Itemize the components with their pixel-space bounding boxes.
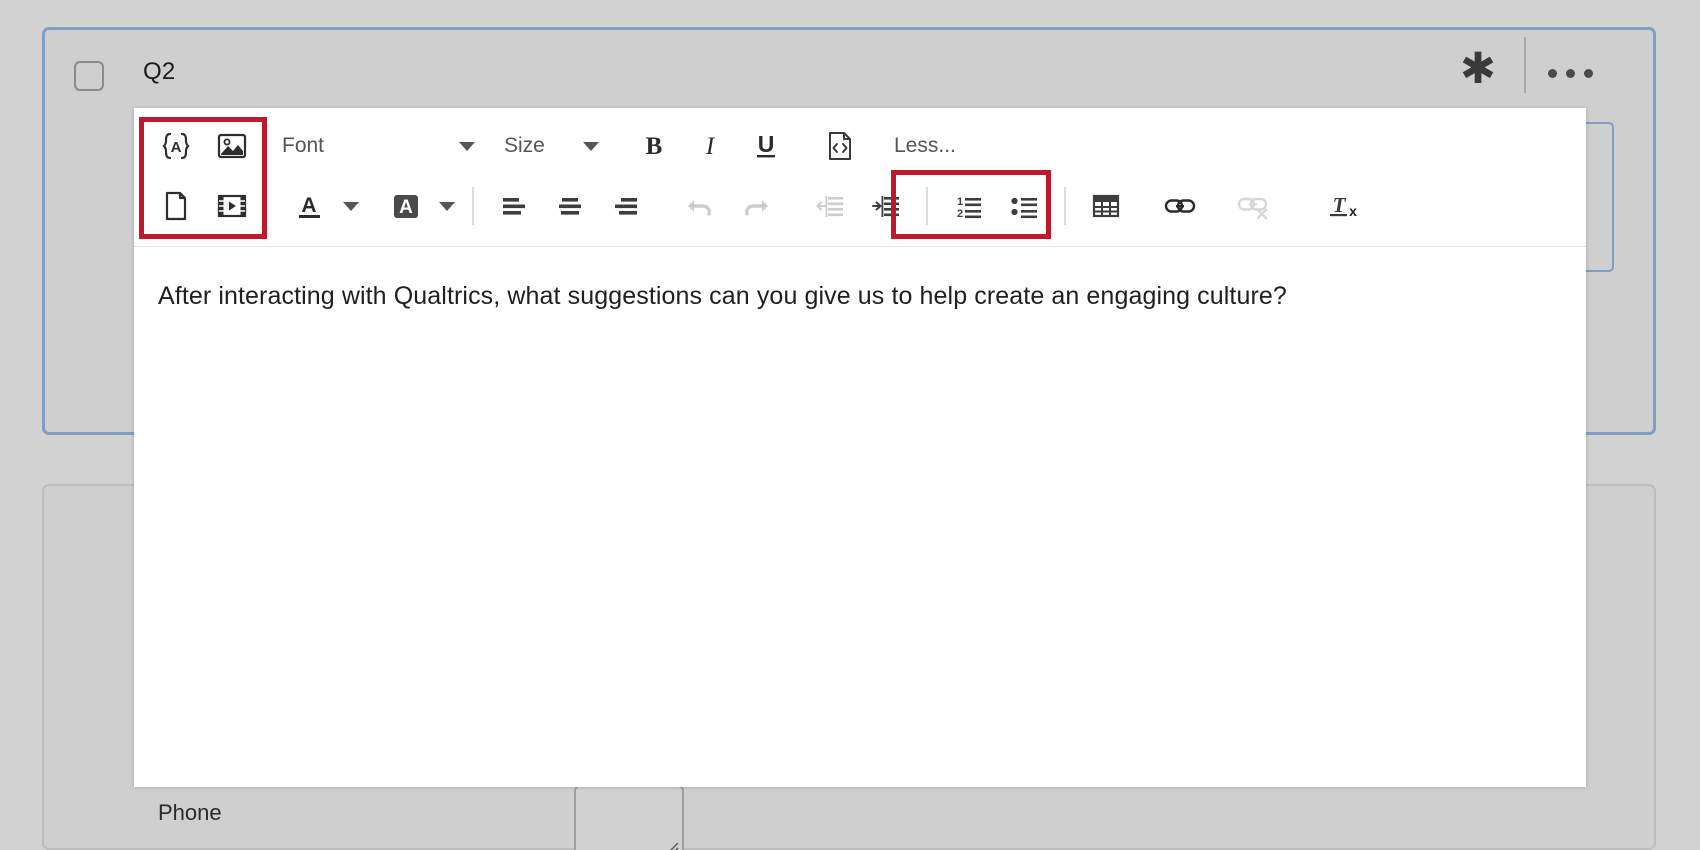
text-color-caret-icon[interactable] [338, 180, 364, 232]
svg-text:A: A [171, 139, 182, 156]
underline-button[interactable]: U [738, 120, 794, 172]
undo-button[interactable] [672, 180, 728, 232]
piped-text-icon[interactable]: A [148, 120, 204, 172]
text-color-button[interactable]: A [282, 180, 338, 232]
italic-button[interactable]: I [682, 120, 738, 172]
chevron-down-icon [343, 201, 359, 211]
toolbar-separator [472, 187, 474, 225]
phone-field-label: Phone [158, 800, 222, 825]
svg-text:2: 2 [957, 208, 963, 220]
bold-button[interactable]: B [626, 120, 682, 172]
svg-text:x: x [1349, 203, 1357, 219]
chevron-down-icon [459, 141, 475, 151]
highlight-color-button[interactable]: A [378, 180, 434, 232]
svg-text:B: B [646, 133, 663, 160]
font-family-label: Font [282, 134, 325, 157]
less-toggle[interactable]: Less... [894, 120, 956, 172]
editor-toolbar: A Font Size B I U Less... A A 1 2 T x [134, 108, 1586, 247]
insert-link-button[interactable] [1152, 180, 1208, 232]
toolbar-row-2: A A 1 2 T x [134, 176, 1586, 236]
chevron-down-icon [583, 141, 599, 151]
outdent-button[interactable] [802, 180, 858, 232]
svg-text:A: A [399, 197, 413, 218]
font-size-label: Size [504, 134, 545, 157]
toolbar-divider [1524, 37, 1526, 93]
insert-video-icon[interactable] [204, 180, 260, 232]
toolbar-row-1: A Font Size B I U Less... [134, 116, 1586, 176]
redo-button[interactable] [728, 180, 784, 232]
numbered-list-button[interactable]: 1 2 [940, 180, 996, 232]
svg-text:1: 1 [957, 196, 963, 208]
editor-content-area[interactable]: After interacting with Qualtrics, what s… [134, 247, 1586, 787]
toolbar-separator [1064, 187, 1066, 225]
source-code-button[interactable] [812, 120, 868, 172]
question-number-label: Q2 [143, 58, 176, 85]
svg-text:U: U [758, 131, 775, 157]
insert-table-button[interactable] [1078, 180, 1134, 232]
insert-file-icon[interactable] [148, 180, 204, 232]
svg-text:T: T [1333, 193, 1347, 217]
asterisk-icon[interactable]: ✱ [1455, 46, 1501, 92]
phone-input[interactable] [574, 785, 684, 850]
font-size-select[interactable]: Size [504, 120, 576, 172]
resize-grip-icon[interactable] [663, 837, 679, 850]
question-text[interactable]: After interacting with Qualtrics, what s… [158, 282, 1287, 311]
font-size-caret-icon[interactable] [576, 120, 606, 172]
svg-text:A: A [301, 194, 316, 217]
ellipsis-icon[interactable] [1548, 63, 1608, 83]
chevron-down-icon [439, 201, 455, 211]
less-toggle-label: Less... [894, 134, 956, 157]
insert-image-icon[interactable] [204, 120, 260, 172]
rich-text-editor[interactable]: A Font Size B I U Less... A A 1 2 T x Af… [134, 108, 1586, 787]
align-center-button[interactable] [542, 180, 598, 232]
svg-text:I: I [705, 133, 716, 160]
bullet-list-button[interactable] [996, 180, 1052, 232]
clear-formatting-button[interactable]: T x [1316, 180, 1372, 232]
align-right-button[interactable] [598, 180, 654, 232]
editor-screen: Q2 ✱ Phone A Font Size B I U Less... A A… [0, 0, 1700, 850]
font-family-caret-icon[interactable] [452, 120, 482, 172]
toolbar-separator [926, 187, 928, 225]
remove-link-button[interactable] [1226, 180, 1282, 232]
indent-button[interactable] [858, 180, 914, 232]
question-select-checkbox[interactable] [74, 61, 104, 91]
highlight-color-caret-icon[interactable] [434, 180, 460, 232]
align-left-button[interactable] [486, 180, 542, 232]
font-family-select[interactable]: Font [282, 120, 452, 172]
